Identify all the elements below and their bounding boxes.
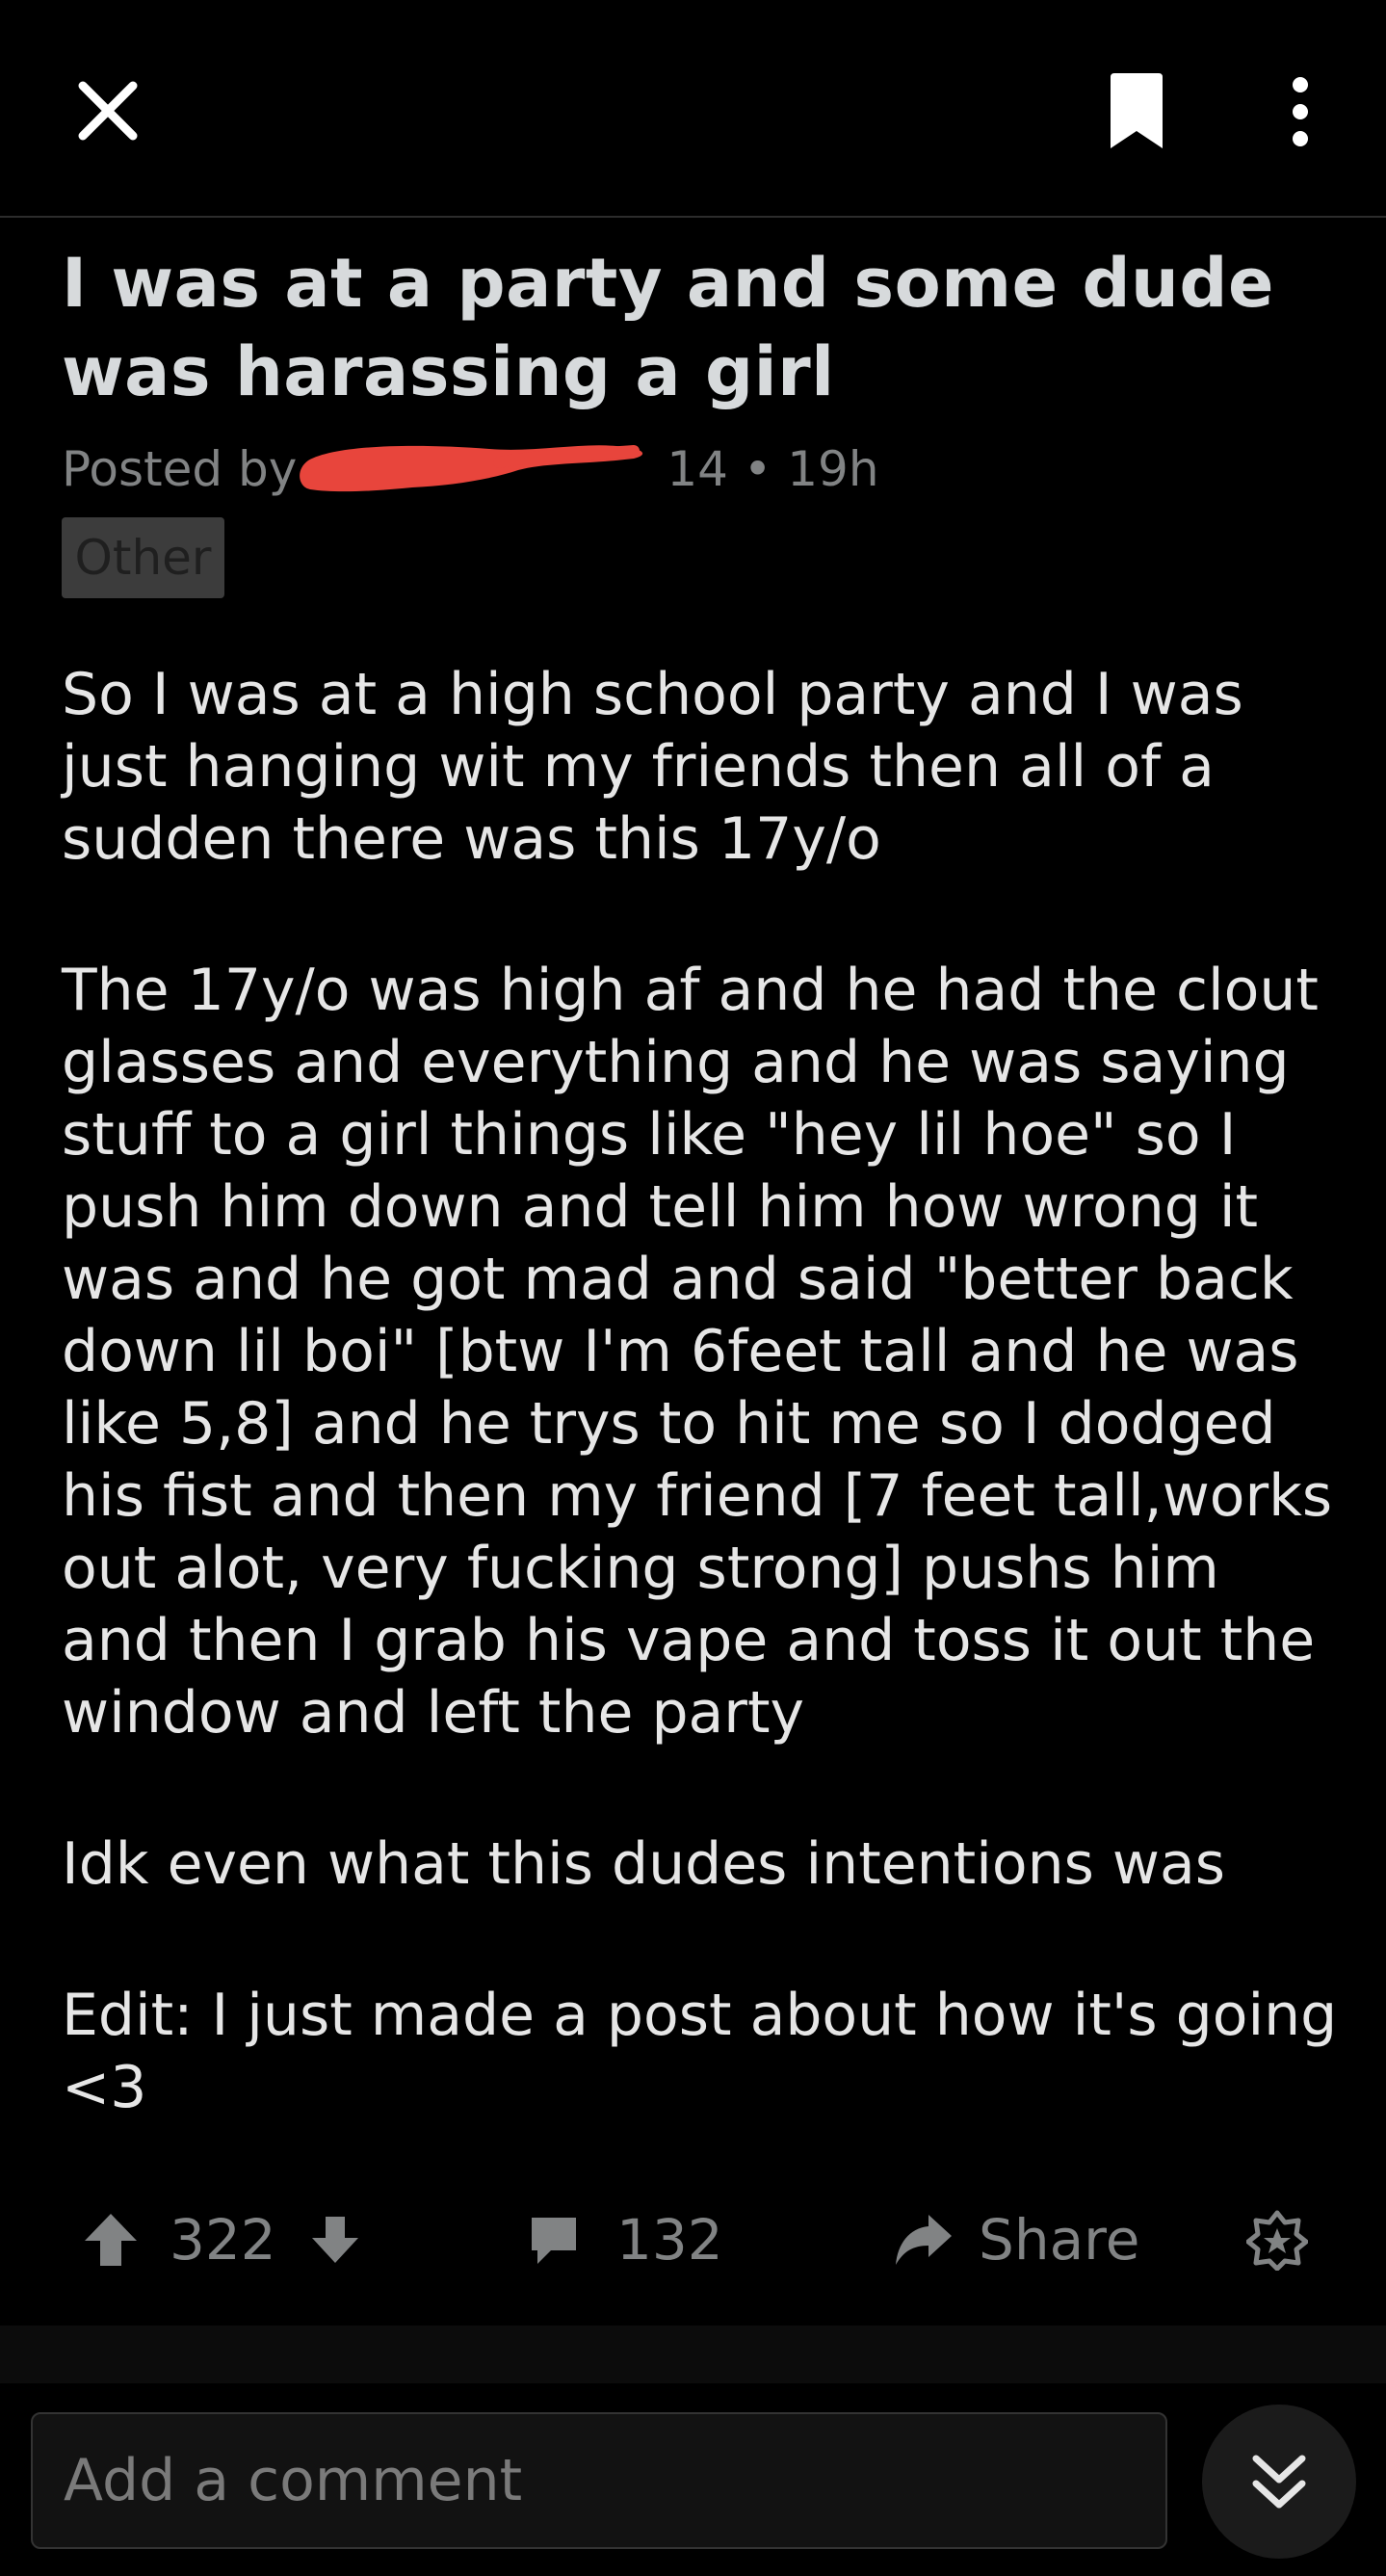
- comment-bubble-icon: [532, 2218, 576, 2264]
- post-flair[interactable]: Other: [62, 517, 224, 598]
- share-button[interactable]: Share: [892, 2196, 1139, 2283]
- vote-score: 322: [170, 2207, 276, 2273]
- comments-button[interactable]: [526, 2196, 582, 2283]
- bookmark-icon: [1111, 73, 1163, 148]
- body-paragraph: Idk even what this dudes intentions was: [62, 1830, 1226, 1898]
- comment-placeholder: Add a comment: [64, 2447, 523, 2514]
- top-bar: [0, 0, 1386, 218]
- comment-input[interactable]: Add a comment: [31, 2412, 1167, 2549]
- post-title: I was at a party and some dude was haras…: [62, 244, 1274, 411]
- save-button[interactable]: [1098, 66, 1175, 158]
- award-button[interactable]: [1246, 2196, 1308, 2283]
- posted-by-label: Posted by: [62, 441, 298, 497]
- body-paragraph: Edit: I just made a post about how it's …: [62, 1982, 1338, 2121]
- footer-divider: [0, 2326, 1386, 2383]
- share-label: Share: [979, 2207, 1140, 2273]
- more-options-button[interactable]: [1271, 66, 1329, 158]
- double-chevron-down-icon: [1252, 2455, 1306, 2509]
- share-arrow-icon: [896, 2215, 952, 2265]
- downvote-button[interactable]: [308, 2196, 362, 2283]
- body-paragraph: The 17y/o was high af and he had the clo…: [62, 957, 1333, 1747]
- comment-count[interactable]: 132: [616, 2196, 723, 2283]
- post-body: So I was at a high school party and I wa…: [62, 659, 1343, 2124]
- post-meta: Posted by 14 • 19h: [62, 435, 879, 503]
- close-icon: [78, 81, 138, 141]
- downvote-arrow-icon: [312, 2217, 358, 2263]
- redacted-username[interactable]: [297, 445, 665, 493]
- post-meta-suffix: 14 • 19h: [667, 441, 879, 497]
- body-paragraph: So I was at a high school party and I wa…: [62, 661, 1243, 873]
- more-vertical-icon: [1293, 77, 1308, 146]
- close-button[interactable]: [60, 67, 156, 154]
- award-icon: [1246, 2210, 1308, 2271]
- post-action-bar: 322 132 Share: [0, 2196, 1386, 2283]
- next-comment-button[interactable]: [1202, 2405, 1356, 2559]
- upvote-button[interactable]: [81, 2196, 141, 2283]
- upvote-arrow-icon: [85, 2214, 137, 2266]
